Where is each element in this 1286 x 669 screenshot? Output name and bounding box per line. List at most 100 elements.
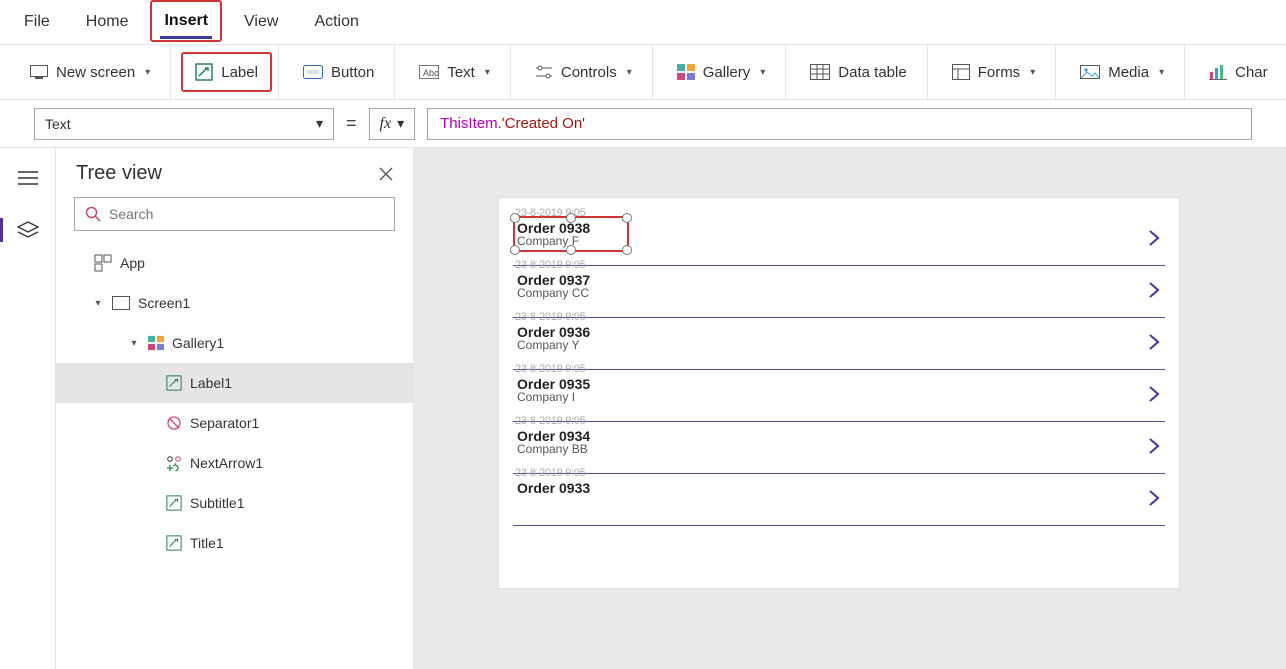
tree-view-panel: Tree view App ▾ Screen1 ▾	[56, 148, 414, 669]
menu-insert[interactable]: Insert	[160, 6, 212, 39]
item-subtitle-label: Company Y	[517, 338, 1135, 352]
item-title-label: Order 0933	[517, 480, 1135, 496]
text-icon: Abc	[419, 65, 439, 79]
app-icon	[94, 254, 112, 272]
item-date-label: 23-8-2019 9:05	[515, 467, 585, 479]
resize-handle[interactable]	[566, 245, 576, 255]
tree-node-app[interactable]: App	[56, 243, 413, 283]
layers-icon	[17, 221, 39, 239]
hamburger-icon	[18, 171, 38, 185]
chevron-down-icon: ▾	[397, 115, 404, 132]
menu-view[interactable]: View	[240, 7, 282, 37]
resize-handle[interactable]	[622, 245, 632, 255]
tree-node-separator1[interactable]: Separator1	[56, 403, 413, 443]
item-subtitle-label: Company CC	[517, 286, 1135, 300]
canvas[interactable]: 23-8-2019 9:05Order 0938Company F23-8-20…	[414, 148, 1286, 669]
chevron-right-icon[interactable]	[1147, 488, 1161, 508]
label-button[interactable]: Label	[187, 58, 266, 86]
tree-node-nextarrow1[interactable]: NextArrow1	[56, 443, 413, 483]
chevron-down-icon: ▾	[627, 67, 632, 78]
text-menu[interactable]: Abc Text ▾	[411, 59, 498, 86]
menu-action[interactable]: Action	[310, 7, 362, 37]
button-icon	[303, 65, 323, 79]
tree-node-title1[interactable]: Title1	[56, 523, 413, 563]
item-date-label: 23-8-2019 9:05	[515, 363, 585, 375]
controls-icon	[535, 65, 553, 79]
gallery-item[interactable]: 23-8-2019 9:05Order 0933	[513, 474, 1165, 526]
data-table-button[interactable]: Data table	[802, 59, 914, 86]
close-panel-button[interactable]	[379, 167, 393, 181]
formula-input[interactable]: ThisItem.'Created On'	[427, 108, 1252, 140]
ribbon: New screen ▾ Label Button Abc Text ▾ Con…	[0, 45, 1286, 100]
item-date-label: 23-8-2019 9:05	[515, 259, 585, 271]
gallery-item[interactable]: 23-8-2019 9:05Order 0935Company I	[513, 370, 1165, 422]
menu-home[interactable]: Home	[82, 7, 133, 37]
data-table-icon	[810, 64, 830, 80]
forms-menu[interactable]: Forms ▾	[944, 59, 1044, 86]
selection-outline[interactable]	[513, 216, 629, 252]
button-button[interactable]: Button	[295, 59, 382, 86]
app-screen: 23-8-2019 9:05Order 0938Company F23-8-20…	[499, 198, 1179, 588]
close-icon	[379, 167, 393, 181]
icon-node-icon	[166, 455, 182, 471]
tree-view-rail-button[interactable]	[12, 214, 44, 246]
hamburger-button[interactable]	[12, 162, 44, 194]
label-node-icon	[166, 495, 182, 511]
tree-node-label1[interactable]: Label1	[56, 363, 413, 403]
gallery-icon	[677, 64, 695, 80]
item-subtitle-label: Company BB	[517, 442, 1135, 456]
gallery-node-icon	[148, 335, 164, 351]
svg-text:Abc: Abc	[423, 68, 439, 78]
chevron-down-icon: ▾	[145, 67, 150, 78]
screen-node-icon	[112, 296, 130, 310]
separator-node-icon	[166, 415, 182, 431]
property-selector[interactable]: Text ▾	[34, 108, 334, 140]
chevron-right-icon[interactable]	[1147, 332, 1161, 352]
label-icon	[195, 63, 213, 81]
menu-file[interactable]: File	[20, 7, 54, 37]
label-node-icon	[166, 535, 182, 551]
chevron-right-icon[interactable]	[1147, 436, 1161, 456]
resize-handle[interactable]	[566, 213, 576, 223]
chevron-down-icon: ▾	[1159, 67, 1164, 78]
left-rail	[0, 148, 56, 669]
chevron-down-icon: ▾	[485, 67, 490, 78]
media-menu[interactable]: Media ▾	[1072, 59, 1172, 86]
gallery-item[interactable]: 23-8-2019 9:05Order 0937Company CC	[513, 266, 1165, 318]
label-node-icon	[166, 375, 182, 391]
tree: App ▾ Screen1 ▾ Gallery1 Label1 Separato…	[56, 243, 413, 669]
tree-node-screen1[interactable]: ▾ Screen1	[56, 283, 413, 323]
gallery-item[interactable]: 23-8-2019 9:05Order 0934Company BB	[513, 422, 1165, 474]
gallery-menu[interactable]: Gallery ▾	[669, 59, 774, 86]
gallery-item[interactable]: 23-8-2019 9:05Order 0936Company Y	[513, 318, 1165, 370]
chevron-right-icon[interactable]	[1147, 228, 1161, 248]
caret-down-icon: ▾	[92, 298, 104, 309]
caret-down-icon: ▾	[128, 338, 140, 349]
tree-search[interactable]	[74, 197, 395, 231]
chevron-right-icon[interactable]	[1147, 280, 1161, 300]
tree-node-gallery1[interactable]: ▾ Gallery1	[56, 323, 413, 363]
chevron-down-icon: ▾	[316, 115, 323, 132]
item-date-label: 23-8-2019 9:05	[515, 311, 585, 323]
screen-icon	[30, 65, 48, 79]
resize-handle[interactable]	[510, 245, 520, 255]
chevron-right-icon[interactable]	[1147, 384, 1161, 404]
menu-bar: File Home Insert View Action	[0, 0, 1286, 45]
item-date-label: 23-8-2019 9:05	[515, 415, 585, 427]
item-subtitle-label: Company I	[517, 390, 1135, 404]
fx-button[interactable]: fx ▾	[369, 108, 416, 140]
fx-icon: fx	[380, 115, 392, 133]
tree-node-subtitle1[interactable]: Subtitle1	[56, 483, 413, 523]
resize-handle[interactable]	[510, 213, 520, 223]
equals-sign: =	[346, 113, 357, 134]
charts-menu[interactable]: Char	[1201, 59, 1276, 86]
charts-icon	[1209, 64, 1227, 80]
resize-handle[interactable]	[622, 213, 632, 223]
chevron-down-icon: ▾	[760, 67, 765, 78]
forms-icon	[952, 64, 970, 80]
chevron-down-icon: ▾	[1030, 67, 1035, 78]
tree-search-input[interactable]	[109, 206, 384, 222]
controls-menu[interactable]: Controls ▾	[527, 59, 640, 86]
search-icon	[85, 206, 101, 222]
new-screen-button[interactable]: New screen ▾	[22, 59, 158, 86]
